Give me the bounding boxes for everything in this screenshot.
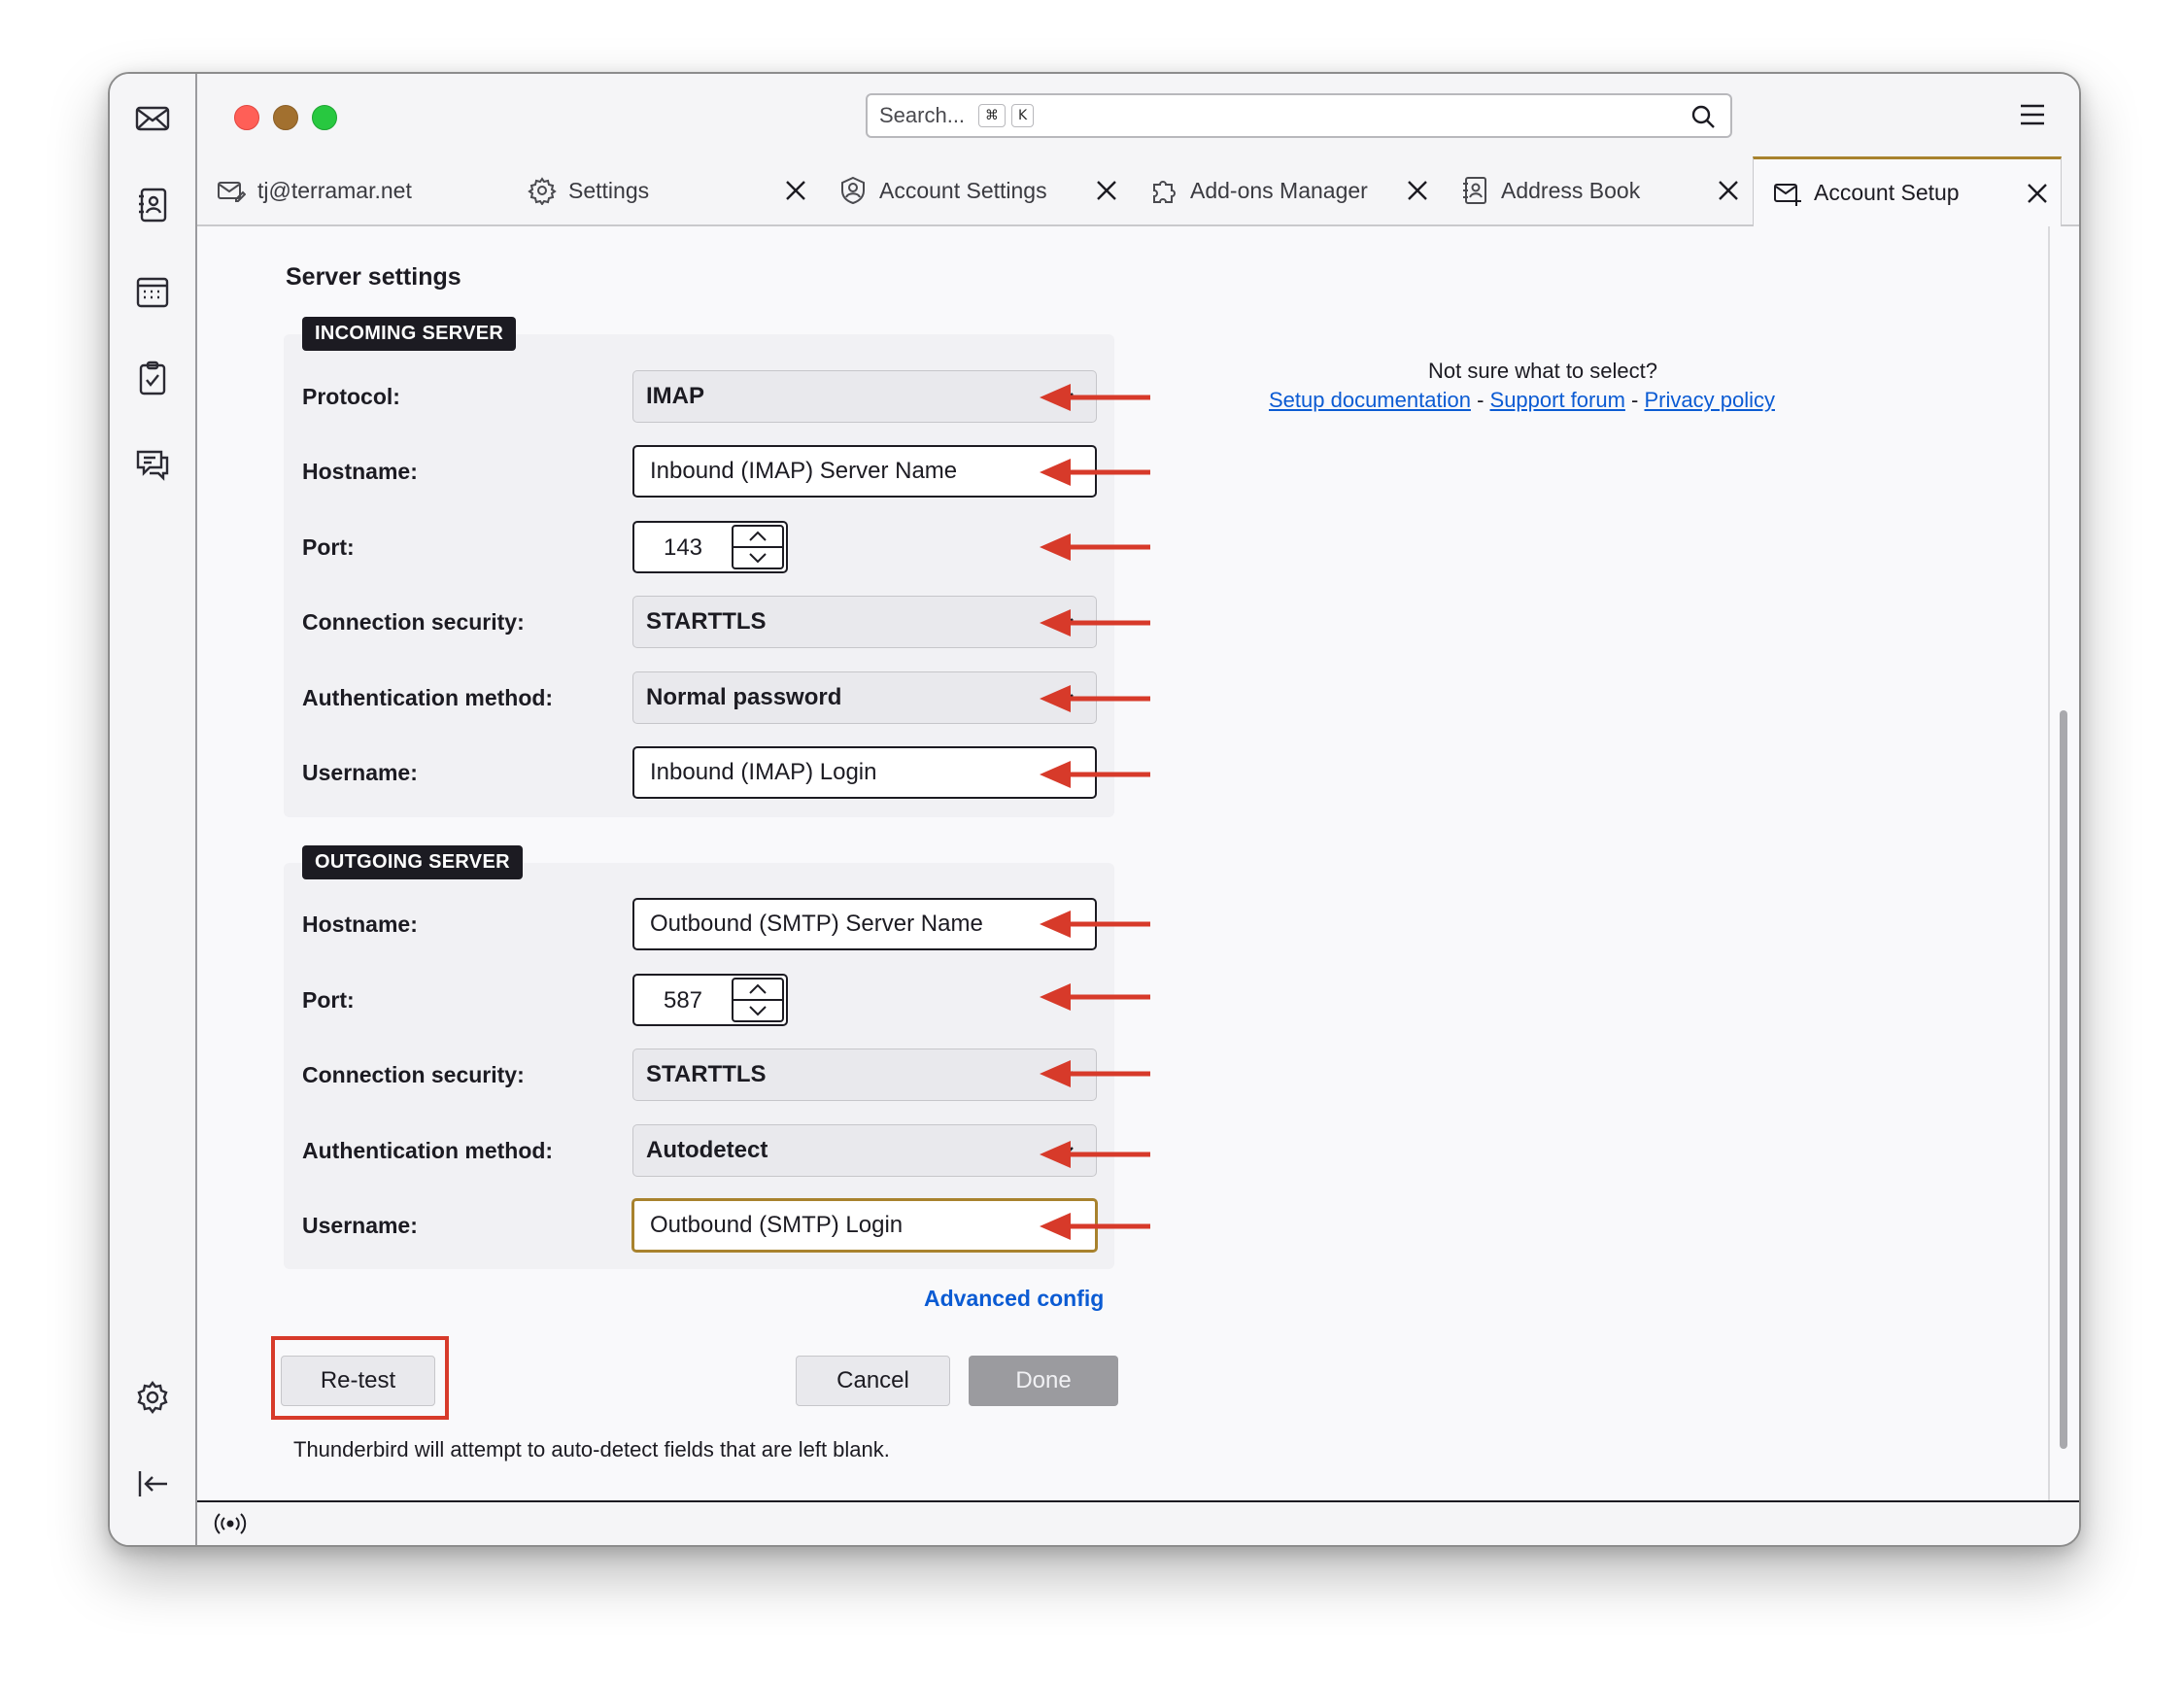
outgoing-port-label: Port:: [302, 987, 355, 1013]
incoming-auth-select[interactable]: Normal password: [632, 671, 1097, 724]
chevron-down-icon[interactable]: [747, 551, 768, 565]
incoming-auth-value: Normal password: [646, 684, 842, 710]
incoming-server-badge: INCOMING SERVER: [302, 317, 517, 351]
outgoing-security-label: Connection security:: [302, 1062, 525, 1087]
stepper-divider: [734, 999, 782, 1001]
auto-detect-note: Thunderbird will attempt to auto-detect …: [293, 1437, 890, 1461]
incoming-security-select[interactable]: STARTTLS: [632, 596, 1097, 648]
incoming-hostname-label: Hostname:: [302, 459, 418, 484]
outgoing-server-badge: OUTGOING SERVER: [302, 845, 523, 879]
cancel-button[interactable]: Cancel: [796, 1356, 950, 1406]
outgoing-username-field[interactable]: Outbound (SMTP) Login: [631, 1198, 1098, 1253]
chevron-up-icon[interactable]: [747, 982, 768, 996]
link-separator: -: [1477, 388, 1484, 412]
thunderbird-window: Search... ⌘ K tj@terramar.net Settings A…: [108, 72, 2081, 1547]
incoming-port-spin-buttons[interactable]: [732, 525, 784, 569]
outgoing-port-spin-buttons[interactable]: [732, 978, 784, 1022]
annotation-arrow: [1040, 384, 1150, 411]
incoming-username-field[interactable]: Inbound (IMAP) Login: [632, 746, 1097, 799]
outgoing-username-label: Username:: [302, 1213, 418, 1238]
outgoing-security-select[interactable]: STARTTLS: [632, 1049, 1097, 1101]
outgoing-hostname-label: Hostname:: [302, 911, 418, 937]
annotation-arrow: [1040, 761, 1150, 788]
incoming-auth-label: Authentication method:: [302, 685, 554, 710]
incoming-port-stepper[interactable]: 143: [632, 521, 788, 573]
outgoing-port-value: 587: [663, 987, 703, 1014]
outgoing-auth-select[interactable]: Autodetect: [632, 1124, 1097, 1177]
incoming-hostname-value: Inbound (IMAP) Server Name: [650, 458, 958, 484]
online-status-icon[interactable]: [213, 1510, 248, 1537]
outgoing-security-value: STARTTLS: [646, 1061, 767, 1087]
outgoing-port-stepper[interactable]: 587: [632, 974, 788, 1026]
link-separator: -: [1631, 388, 1639, 412]
setup-documentation-link[interactable]: Setup documentation: [1269, 388, 1471, 412]
help-links: Setup documentation - Support forum - Pr…: [1269, 388, 1775, 413]
outgoing-hostname-field[interactable]: Outbound (SMTP) Server Name: [632, 898, 1097, 950]
annotation-arrow: [1040, 983, 1150, 1011]
status-bar: [197, 1500, 2079, 1545]
annotation-arrow: [1040, 459, 1150, 486]
outgoing-hostname-value: Outbound (SMTP) Server Name: [650, 911, 983, 937]
incoming-protocol-label: Protocol:: [302, 384, 400, 409]
account-setup-content: Server settings INCOMING SERVER Protocol…: [197, 226, 2079, 1501]
annotation-arrow: [1040, 1060, 1150, 1087]
annotation-arrow: [1040, 609, 1150, 636]
outgoing-username-value: Outbound (SMTP) Login: [650, 1212, 904, 1238]
done-button[interactable]: Done: [969, 1356, 1118, 1406]
incoming-security-label: Connection security:: [302, 609, 525, 635]
outgoing-auth-value: Autodetect: [646, 1137, 768, 1163]
incoming-port-value: 143: [663, 534, 703, 561]
incoming-port-label: Port:: [302, 534, 355, 560]
incoming-security-value: STARTTLS: [646, 608, 767, 635]
annotation-arrow: [1040, 1141, 1150, 1168]
incoming-protocol-value: IMAP: [646, 383, 704, 409]
retest-button[interactable]: Re-test: [281, 1356, 435, 1406]
annotation-arrow: [1040, 533, 1150, 561]
help-title: Not sure what to select?: [1427, 359, 1657, 383]
advanced-config-link[interactable]: Advanced config: [924, 1286, 1104, 1312]
annotation-arrow: [1040, 1213, 1150, 1240]
incoming-protocol-select[interactable]: IMAP: [632, 370, 1097, 423]
incoming-username-label: Username:: [302, 760, 418, 785]
support-forum-link[interactable]: Support forum: [1490, 388, 1625, 412]
server-settings-title: Server settings: [286, 263, 461, 291]
chevron-up-icon[interactable]: [747, 530, 768, 543]
annotation-arrow: [1040, 911, 1150, 938]
stepper-divider: [734, 546, 782, 548]
incoming-hostname-field[interactable]: Inbound (IMAP) Server Name: [632, 445, 1097, 498]
outgoing-auth-label: Authentication method:: [302, 1138, 554, 1163]
annotation-arrow: [1040, 685, 1150, 712]
incoming-username-value: Inbound (IMAP) Login: [650, 759, 877, 785]
privacy-policy-link[interactable]: Privacy policy: [1645, 388, 1775, 412]
chevron-down-icon[interactable]: [747, 1004, 768, 1017]
